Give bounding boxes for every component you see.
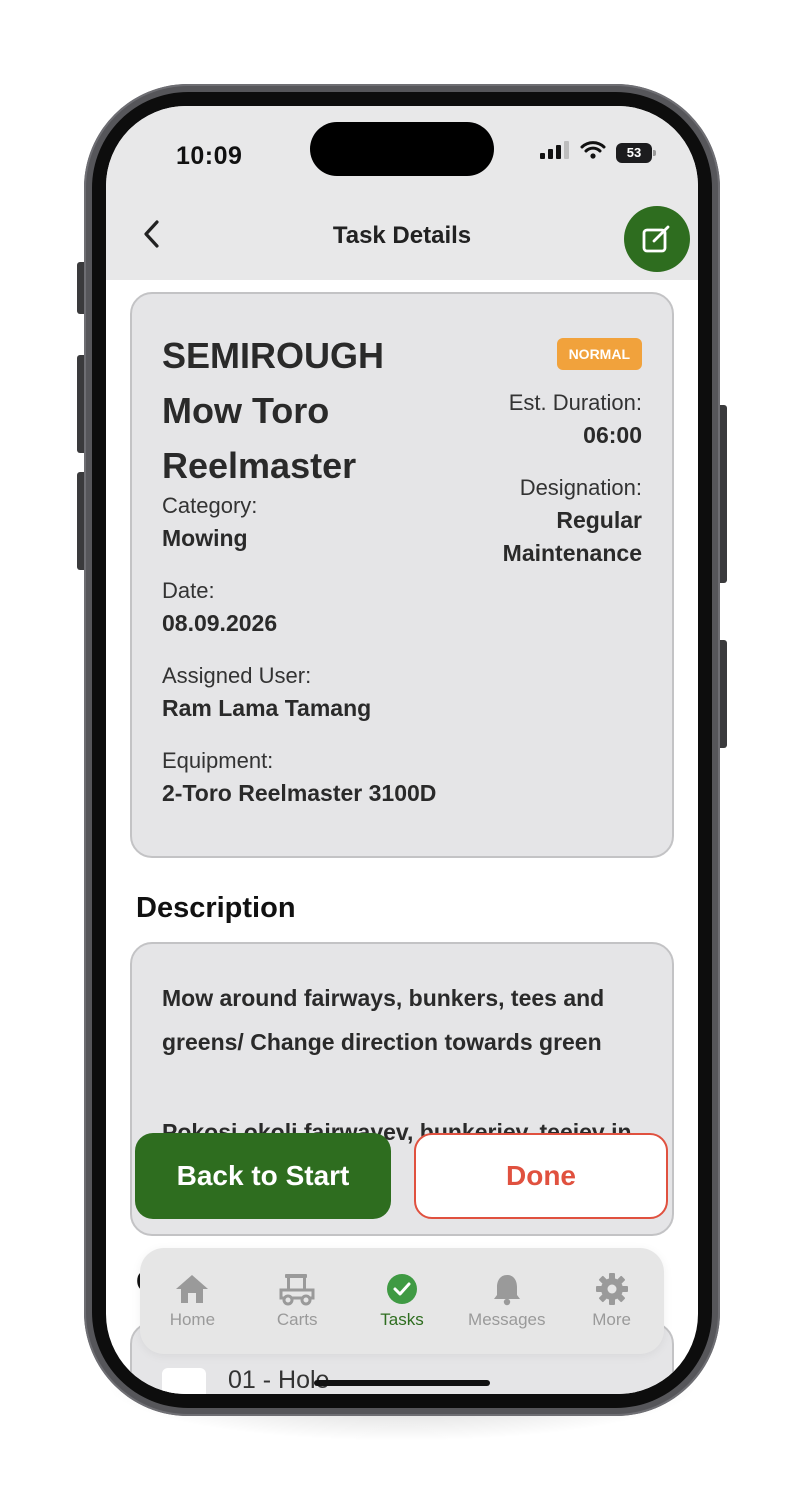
- edit-icon: [642, 225, 670, 253]
- tab-carts[interactable]: Carts: [247, 1272, 347, 1330]
- gear-icon: [595, 1273, 628, 1305]
- designation-field: Designation: Regular Maintenance: [502, 475, 642, 566]
- status-bar: 10:09 53: [106, 106, 698, 194]
- top-app-bar: Task Details: [106, 194, 698, 280]
- battery-icon: 53: [616, 142, 656, 163]
- task-summary-card: SEMIROUGH Mow Toro Reelmaster NORMAL Est…: [130, 292, 674, 858]
- bell-icon: [493, 1275, 520, 1306]
- bottom-tab-bar: Home Carts Tasks Messages More: [140, 1248, 664, 1354]
- edit-task-button[interactable]: [624, 206, 690, 272]
- tab-messages[interactable]: Messages: [457, 1272, 557, 1330]
- golf-cart-icon: [279, 1274, 315, 1306]
- status-time: 10:09: [176, 142, 243, 170]
- equipment-field: Equipment: 2-Toro Reelmaster 3100D: [162, 748, 437, 806]
- checklist-checkbox[interactable]: [162, 1368, 206, 1394]
- signal-icon: [540, 140, 570, 165]
- tab-more[interactable]: More: [562, 1272, 662, 1330]
- tab-tasks[interactable]: Tasks: [352, 1272, 452, 1330]
- dynamic-island: [310, 122, 494, 176]
- category-field: Category: Mowing: [162, 493, 258, 551]
- done-button[interactable]: Done: [414, 1133, 668, 1219]
- check-circle-icon: [386, 1274, 417, 1304]
- page-title: Task Details: [332, 222, 472, 249]
- description-heading: Description: [136, 892, 296, 924]
- phone-frame: 10:09 53 Task Details SEMIROUGH Mow Toro…: [84, 84, 720, 1416]
- priority-badge: NORMAL: [556, 338, 642, 370]
- home-indicator: [314, 1380, 490, 1386]
- assigned-user-field: Assigned User: Ram Lama Tamang: [162, 663, 372, 721]
- task-title: SEMIROUGH Mow Toro Reelmaster: [162, 335, 385, 486]
- status-icons: 53: [540, 140, 656, 165]
- date-field: Date: 08.09.2026: [162, 578, 278, 636]
- description-text: Mow around fairways, bunkers, tees and g…: [162, 985, 605, 1055]
- wifi-icon: [580, 140, 606, 165]
- app-screen: 10:09 53 Task Details SEMIROUGH Mow Toro…: [106, 106, 698, 1394]
- back-to-start-button[interactable]: Back to Start: [135, 1133, 391, 1219]
- home-icon: [176, 1275, 209, 1303]
- duration-field: Est. Duration: 06:00: [508, 390, 642, 448]
- tab-home[interactable]: Home: [142, 1272, 242, 1330]
